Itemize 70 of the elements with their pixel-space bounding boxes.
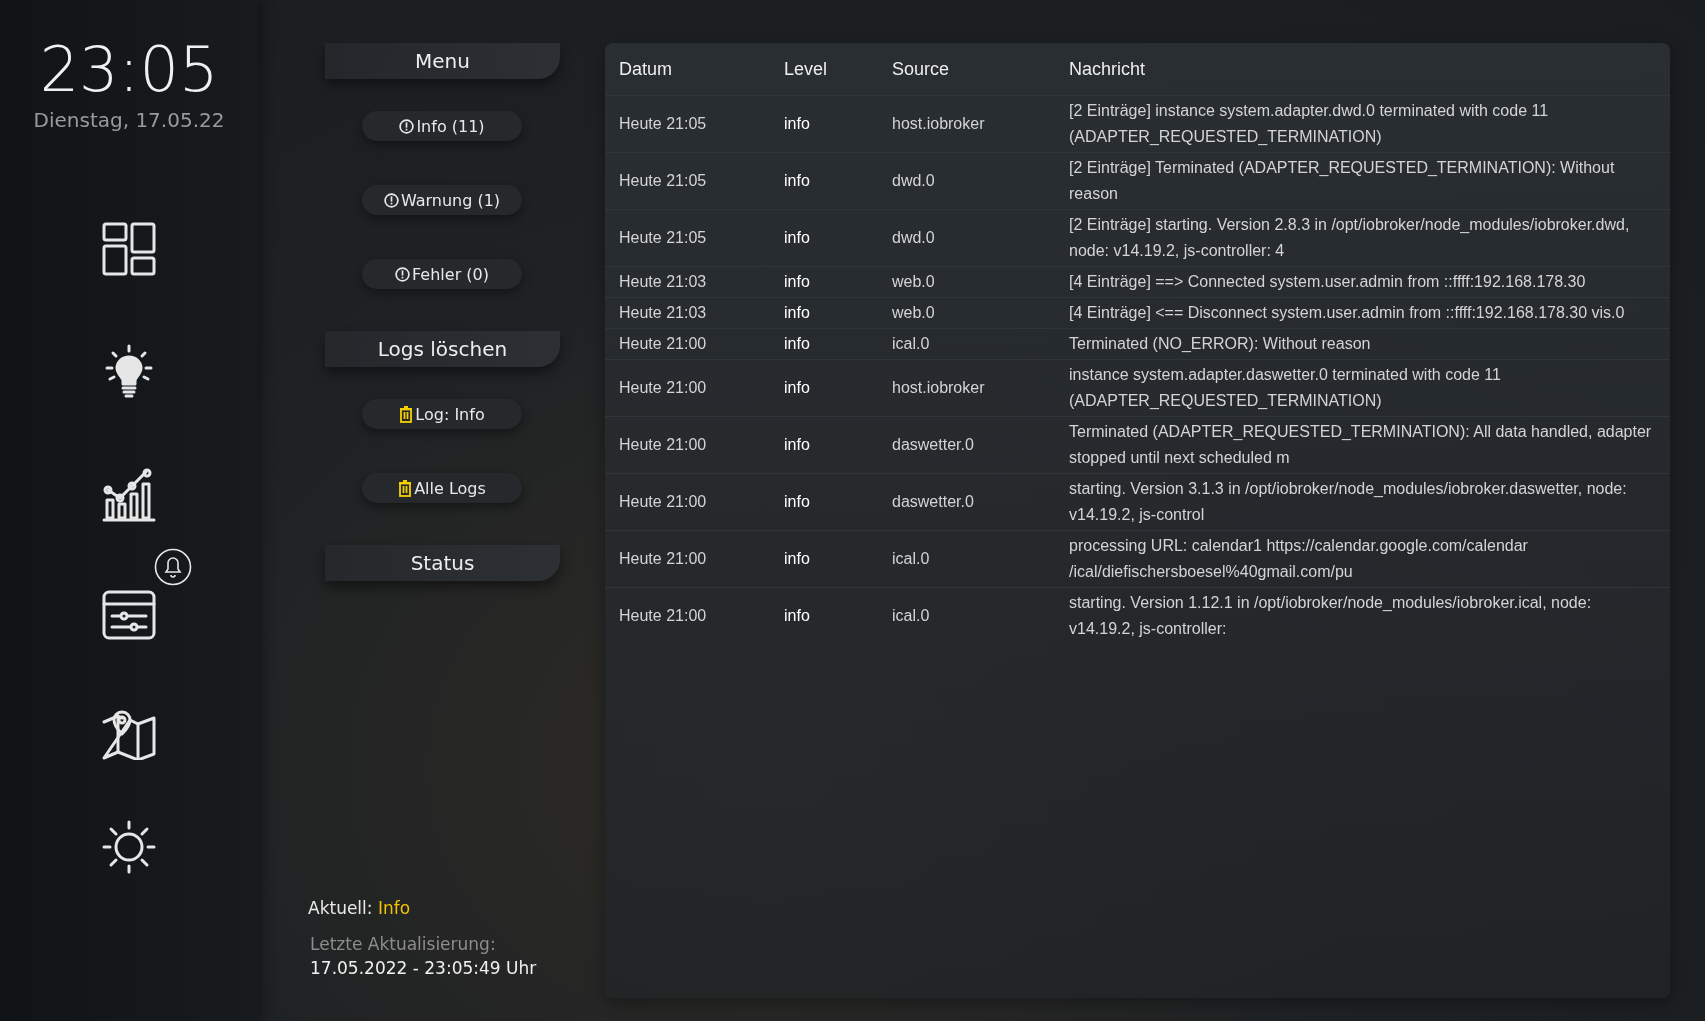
dashboard-icon[interactable] — [102, 222, 156, 276]
chart-icon[interactable] — [102, 468, 156, 522]
light-bulb-icon[interactable] — [105, 344, 153, 398]
clock-time: 23:05 — [39, 34, 219, 106]
level-cell: info — [784, 172, 810, 189]
alert-circle-icon — [383, 192, 399, 208]
trash-icon — [399, 405, 414, 423]
date-cell: Heute 21:00 — [619, 550, 707, 567]
alert-circle-icon — [395, 266, 411, 282]
current-level-text: Aktuell: Info — [308, 898, 412, 918]
date-cell: Heute 21:00 — [619, 607, 707, 624]
column-header: Level — [784, 58, 828, 79]
last-update-value: 17.05.2022 - 23:05:49 Uhr — [310, 958, 538, 978]
sun-icon[interactable] — [102, 820, 156, 874]
section-header: Menu — [325, 43, 560, 79]
source-cell: host.iobroker — [892, 379, 985, 396]
date-cell: Heute 21:00 — [619, 335, 707, 352]
source-cell: daswetter.0 — [892, 493, 974, 510]
map-icon[interactable] — [102, 710, 156, 760]
column-header: Datum — [619, 58, 672, 79]
last-update-label: Letzte Aktualisierung: — [310, 934, 497, 954]
message-cell: [4 Einträge] <== Disconnect system.user.admin from ::ffff:192.168.178.30 vis.0 — [1069, 304, 1625, 321]
level-cell: info — [784, 115, 810, 132]
message-cell: [4 Einträge] ==> Connected system.user.admin from ::ffff:192.168.178.30 — [1069, 273, 1586, 290]
delete-button[interactable]: Alle Logs — [362, 473, 522, 503]
section-header: Status — [325, 545, 560, 581]
date-cell: Heute 21:05 — [619, 172, 707, 189]
level-cell: info — [784, 229, 810, 246]
date-cell: Heute 21:00 — [619, 379, 707, 396]
message-cell: instance system.adapter.daswetter.0 terminated with code 11 (ADAPTER_REQUESTED_TERMINATION) — [1069, 366, 1501, 409]
column-header: Nachricht — [1069, 58, 1146, 79]
date-cell: Heute 21:05 — [619, 115, 707, 132]
message-cell: starting. Version 1.12.1 in /opt/iobroker/node_modules/iobroker.ical, node: v14.19.2, js-controller: — [1069, 594, 1592, 637]
level-cell: info — [784, 379, 810, 396]
filter-button[interactable]: Info (11) — [362, 111, 522, 141]
alert-circle-icon — [399, 118, 415, 134]
level-cell: info — [784, 335, 810, 352]
column-header: Source — [892, 58, 950, 79]
level-cell: info — [784, 493, 810, 510]
source-cell: web.0 — [892, 304, 935, 321]
level-cell: info — [784, 607, 810, 624]
settings-panel-icon[interactable] — [102, 590, 156, 640]
level-cell: info — [784, 550, 810, 567]
date-cell: Heute 21:00 — [619, 493, 707, 510]
trash-icon — [398, 479, 413, 497]
message-cell: [2 Einträge] instance system.adapter.dwd.0 terminated with code 11 (ADAPTER_REQUESTED_TERMINATION) — [1069, 102, 1549, 145]
filter-button[interactable]: Fehler (0) — [362, 259, 522, 289]
message-cell: Terminated (NO_ERROR): Without reason — [1069, 335, 1371, 352]
message-cell: [2 Einträge] Terminated (ADAPTER_REQUESTED_TERMINATION): Without reason — [1069, 159, 1615, 202]
delete-button[interactable]: Log: Info — [362, 399, 522, 429]
date-cell: Heute 21:05 — [619, 229, 707, 246]
source-cell: ical.0 — [892, 607, 930, 624]
clock-date: Dienstag, 17.05.22 — [33, 108, 225, 132]
message-cell: [2 Einträge] starting. Version 2.8.3 in /opt/iobroker/node_modules/iobroker.dwd, node: v14.19.2, js-controller: 4 — [1069, 216, 1630, 259]
level-cell: info — [784, 436, 810, 453]
source-cell: host.iobroker — [892, 115, 985, 132]
date-cell: Heute 21:00 — [619, 436, 707, 453]
source-cell: ical.0 — [892, 550, 930, 567]
source-cell: web.0 — [892, 273, 935, 290]
source-cell: dwd.0 — [892, 229, 935, 246]
bell-icon[interactable] — [154, 548, 192, 586]
date-cell: Heute 21:03 — [619, 273, 707, 290]
section-header: Logs löschen — [325, 331, 560, 367]
level-cell: info — [784, 273, 810, 290]
date-cell: Heute 21:03 — [619, 304, 707, 321]
source-cell: daswetter.0 — [892, 436, 974, 453]
level-cell: info — [784, 304, 810, 321]
source-cell: dwd.0 — [892, 172, 935, 189]
source-cell: ical.0 — [892, 335, 930, 352]
filter-button[interactable]: Warnung (1) — [362, 185, 522, 215]
